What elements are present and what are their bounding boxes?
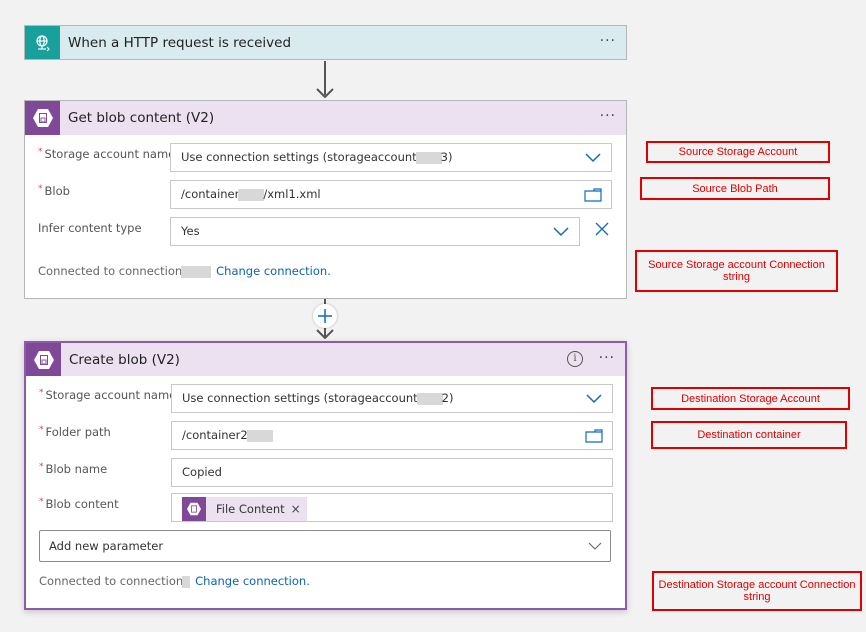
annotation-source-blob-path: Source Blob Path (640, 177, 830, 200)
infer-content-type-dropdown[interactable]: Yes (170, 217, 580, 246)
chevron-down-icon (588, 542, 602, 550)
annotation-destination-connection-string: Destination Storage account Connection s… (652, 571, 862, 611)
storage-account-label: * Storage account name (39, 388, 177, 402)
folder-icon[interactable] (585, 429, 603, 443)
blob-storage-icon (25, 101, 60, 135)
chevron-down-icon[interactable] (585, 150, 601, 164)
add-new-parameter-dropdown[interactable]: Add new parameter (39, 530, 611, 562)
info-icon[interactable]: i (567, 351, 583, 367)
connection-status: Connected to connection Change connection… (39, 574, 310, 588)
get-blob-more-options-icon[interactable]: ··· (600, 109, 616, 123)
redacted-text (246, 429, 273, 442)
trigger-more-options-icon[interactable]: ··· (600, 34, 616, 48)
redacted-text (238, 188, 265, 201)
file-content-token[interactable]: File Content × (182, 497, 307, 521)
folder-icon[interactable] (584, 188, 602, 202)
create-blob-more-options-icon[interactable]: ··· (599, 351, 615, 365)
blob-label: * Blob (38, 184, 70, 198)
blob-name-input[interactable]: Copied (171, 458, 613, 487)
infer-content-type-label: Infer content type (38, 221, 142, 235)
annotation-destination-container: Destination container (651, 421, 847, 449)
get-blob-content-card[interactable]: Get blob content (V2) ··· * Storage accou… (24, 100, 627, 299)
blob-path-input[interactable]: /container/xml1.xml (170, 180, 612, 209)
annotation-source-storage-account: Source Storage Account (646, 141, 830, 163)
field-storage-account: * Storage account name Use connection set… (38, 143, 612, 173)
storage-account-dropdown[interactable]: Use connection settings (storageaccount 3… (170, 143, 612, 172)
create-blob-header[interactable]: Create blob (V2) i ··· (26, 343, 625, 376)
trigger-title: When a HTTP request is received (68, 34, 292, 51)
redacted-text (181, 265, 212, 278)
create-blob-card[interactable]: Create blob (V2) i ··· * Storage account … (24, 341, 627, 610)
blob-name-label: * Blob name (39, 462, 108, 476)
redacted-text (415, 151, 442, 164)
field-folder-path: * Folder path /container2 (39, 421, 613, 451)
trigger-header[interactable]: When a HTTP request is received ··· (25, 26, 626, 59)
insert-step-button[interactable] (313, 304, 337, 328)
get-blob-title: Get blob content (V2) (68, 110, 215, 126)
field-blob: * Blob /container/xml1.xml (38, 180, 612, 210)
chevron-down-icon[interactable] (586, 391, 602, 405)
blob-storage-icon (182, 497, 206, 521)
globe-request-icon (25, 26, 60, 59)
remove-parameter-icon[interactable] (595, 222, 609, 236)
get-blob-header[interactable]: Get blob content (V2) ··· (25, 101, 626, 135)
arrow-down-icon (316, 329, 334, 339)
chevron-down-icon[interactable] (553, 224, 569, 238)
change-connection-link[interactable]: Change connection. (195, 574, 310, 588)
change-connection-link[interactable]: Change connection. (216, 264, 331, 278)
folder-path-label: * Folder path (39, 425, 111, 439)
field-infer-content-type: Infer content type Yes (38, 217, 612, 247)
blob-content-label: * Blob content (39, 497, 119, 511)
storage-account-label: * Storage account name (38, 147, 176, 161)
blob-content-input[interactable]: File Content × (171, 493, 613, 522)
remove-token-icon[interactable]: × (291, 496, 301, 522)
blob-storage-icon (26, 343, 61, 376)
field-storage-account: * Storage account name Use connection set… (39, 384, 613, 414)
arrow-down-icon (316, 88, 334, 98)
folder-path-input[interactable]: /container2 (171, 421, 613, 450)
storage-account-dropdown[interactable]: Use connection settings (storageaccount 2… (171, 384, 613, 413)
connection-status: Connected to connection Change connection… (38, 264, 331, 278)
annotation-source-connection-string: Source Storage account Connection string (635, 250, 838, 292)
annotation-destination-storage-account: Destination Storage Account (651, 387, 850, 410)
redacted-text (182, 575, 191, 588)
redacted-text (416, 392, 443, 405)
field-blob-name: * Blob name Copied (39, 458, 613, 488)
trigger-card[interactable]: When a HTTP request is received ··· (24, 25, 627, 60)
create-blob-title: Create blob (V2) (69, 351, 180, 368)
field-blob-content: * Blob content File Content × (39, 493, 613, 523)
plus-icon (318, 309, 332, 323)
